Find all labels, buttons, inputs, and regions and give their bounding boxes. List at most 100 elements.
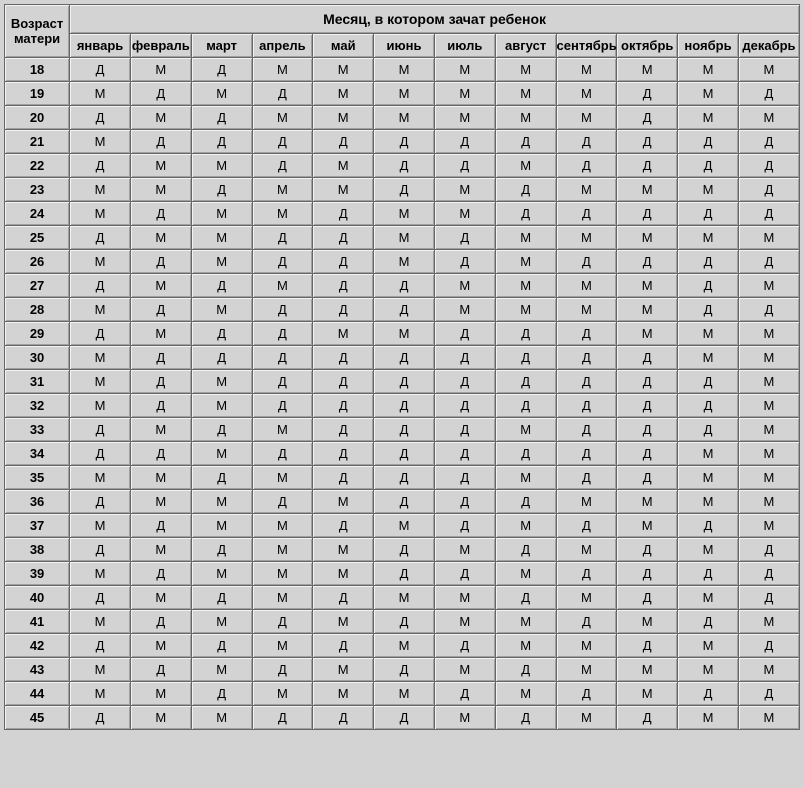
data-value: Д	[278, 614, 287, 629]
data-cell: Д	[191, 418, 252, 442]
data-cell: Д	[130, 130, 191, 154]
data-cell: М	[617, 178, 678, 202]
data-cell: Д	[191, 322, 252, 346]
data-cell: М	[738, 106, 799, 130]
data-value: Д	[339, 446, 348, 461]
data-value: Д	[217, 590, 226, 605]
data-cell: М	[191, 226, 252, 250]
age-value: 39	[30, 566, 44, 581]
table-body: 18ДМДМММММММММ19МДМДМММММДМД20ДМДММММММД…	[5, 58, 800, 730]
age-cell: 39	[5, 562, 70, 586]
data-value: М	[338, 662, 349, 677]
data-value: М	[520, 422, 531, 437]
data-cell: Д	[313, 226, 374, 250]
data-cell: М	[252, 202, 313, 226]
age-cell: 22	[5, 154, 70, 178]
data-cell: Д	[130, 346, 191, 370]
data-value: М	[764, 614, 775, 629]
data-cell: Д	[374, 298, 435, 322]
month-header-label: июль	[447, 38, 482, 53]
data-cell: Д	[556, 250, 617, 274]
table-row: 36ДММДМДДДММММ	[5, 490, 800, 514]
data-value: М	[703, 350, 714, 365]
age-value: 32	[30, 398, 44, 413]
data-value: М	[642, 326, 653, 341]
data-cell: М	[495, 418, 556, 442]
data-value: Д	[460, 350, 469, 365]
table-row: 34ДДМДДДДДДДММ	[5, 442, 800, 466]
age-value: 41	[30, 614, 44, 629]
data-cell: Д	[191, 466, 252, 490]
data-cell: М	[617, 274, 678, 298]
age-value: 19	[30, 86, 44, 101]
data-cell: М	[556, 106, 617, 130]
data-value: Д	[96, 326, 105, 341]
data-cell: Д	[434, 394, 495, 418]
data-value: М	[581, 182, 592, 197]
data-cell: Д	[617, 154, 678, 178]
data-cell: М	[678, 322, 739, 346]
data-cell: М	[434, 178, 495, 202]
data-value: М	[459, 710, 470, 725]
data-cell: М	[678, 346, 739, 370]
table-row: 29ДМДДММДДДМММ	[5, 322, 800, 346]
table-row: 23ММДММДМДМММД	[5, 178, 800, 202]
data-cell: Д	[374, 610, 435, 634]
data-value: Д	[278, 662, 287, 677]
data-cell: М	[495, 250, 556, 274]
age-cell: 19	[5, 82, 70, 106]
data-value: М	[277, 686, 288, 701]
data-value: Д	[96, 230, 105, 245]
data-value: М	[764, 518, 775, 533]
data-cell: М	[495, 226, 556, 250]
data-value: Д	[460, 686, 469, 701]
data-value: М	[338, 62, 349, 77]
chart-container: Возраст матери Месяц, в котором зачат ре…	[0, 0, 804, 734]
table-row: 18ДМДМММММММММ	[5, 58, 800, 82]
data-value: М	[581, 638, 592, 653]
data-cell: Д	[495, 658, 556, 682]
data-value: Д	[339, 302, 348, 317]
data-cell: М	[70, 610, 131, 634]
data-value: М	[155, 62, 166, 77]
age-value: 29	[30, 326, 44, 341]
data-cell: Д	[556, 202, 617, 226]
data-cell: М	[130, 466, 191, 490]
data-cell: М	[495, 298, 556, 322]
data-value: М	[703, 182, 714, 197]
data-cell: Д	[617, 418, 678, 442]
data-value: М	[277, 638, 288, 653]
data-cell: Д	[374, 490, 435, 514]
data-cell: Д	[313, 586, 374, 610]
age-value: 31	[30, 374, 44, 389]
data-value: М	[338, 182, 349, 197]
data-value: Д	[704, 422, 713, 437]
data-value: М	[520, 254, 531, 269]
data-cell: Д	[374, 130, 435, 154]
data-cell: Д	[678, 562, 739, 586]
data-value: Д	[339, 374, 348, 389]
data-value: Д	[278, 326, 287, 341]
table-row: 26МДМДДМДМДДДД	[5, 250, 800, 274]
data-cell: Д	[434, 250, 495, 274]
age-value: 24	[30, 206, 44, 221]
data-value: Д	[339, 230, 348, 245]
data-cell: Д	[678, 514, 739, 538]
data-value: М	[95, 614, 106, 629]
data-cell: Д	[130, 610, 191, 634]
data-value: Д	[521, 350, 530, 365]
age-cell: 23	[5, 178, 70, 202]
data-cell: Д	[434, 562, 495, 586]
table-row: 21МДДДДДДДДДДД	[5, 130, 800, 154]
age-cell: 33	[5, 418, 70, 442]
data-cell: М	[678, 226, 739, 250]
data-value: Д	[278, 494, 287, 509]
data-value: Д	[217, 134, 226, 149]
age-cell: 30	[5, 346, 70, 370]
data-cell: М	[70, 658, 131, 682]
data-cell: М	[252, 562, 313, 586]
data-cell: М	[678, 178, 739, 202]
data-value: М	[642, 278, 653, 293]
data-value: М	[399, 326, 410, 341]
data-cell: Д	[678, 130, 739, 154]
